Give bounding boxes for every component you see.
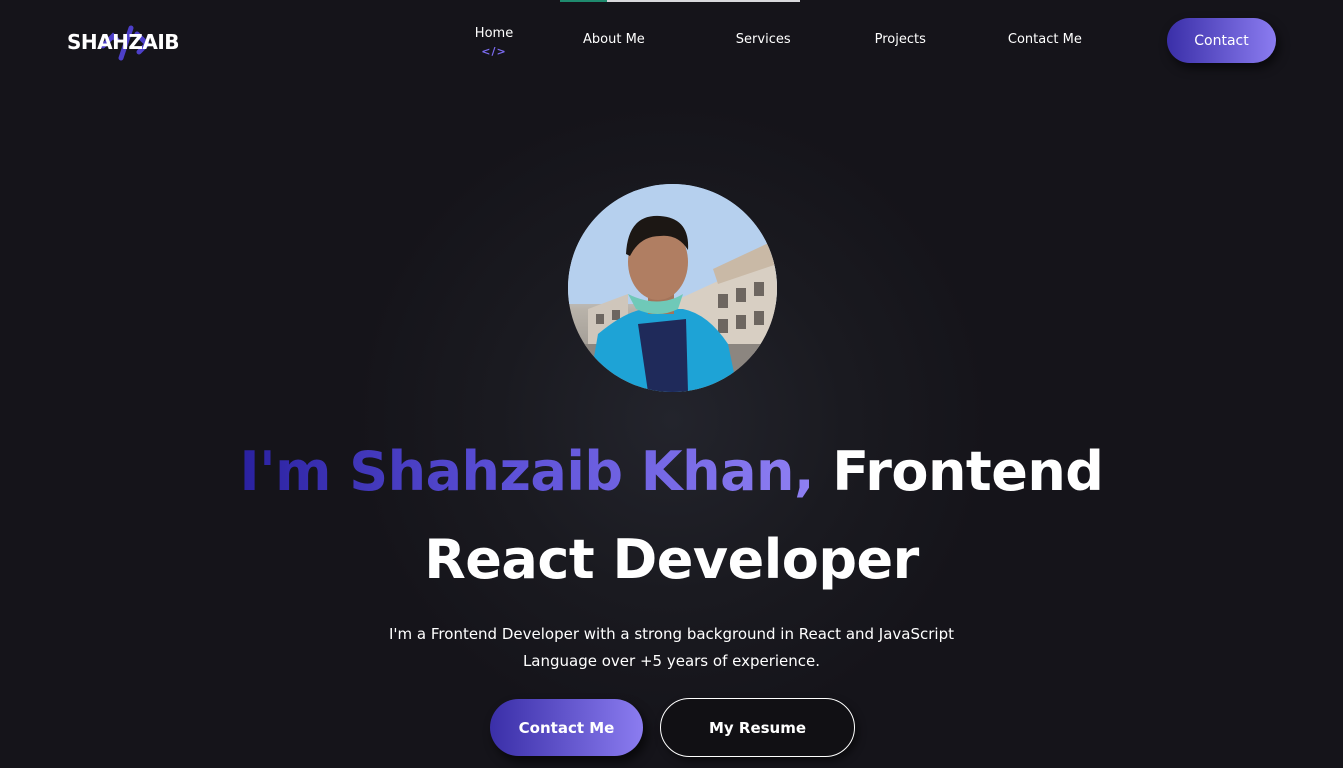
hero-title: I'm Shahzaib Khan, Frontend React Develo… [0, 428, 1343, 604]
profile-photo-icon [568, 184, 777, 392]
hero-description-line-2: Language over +5 years of experience. [522, 652, 821, 670]
code-brackets-icon: </> [481, 45, 507, 58]
nav-item-label: Home [474, 26, 514, 41]
hero-role-line-1: Frontend [832, 440, 1104, 503]
nav-item-about-me[interactable]: About Me [583, 32, 645, 68]
hero-name: I'm Shahzaib Khan, [239, 440, 815, 503]
hero-description-line-1: I'm a Frontend Developer with a strong b… [389, 625, 954, 643]
scroll-progress-bar [560, 0, 800, 2]
logo[interactable]: SHAHZAIB [67, 24, 197, 64]
contact-me-button[interactable]: Contact Me [490, 699, 643, 756]
avatar [568, 184, 777, 392]
nav-item-home[interactable]: Home </> [474, 26, 514, 62]
hero-role-line-2: React Developer [424, 528, 919, 591]
my-resume-button[interactable]: My Resume [660, 698, 855, 757]
logo-text: SHAHZAIB [67, 30, 180, 54]
nav-item-contact-me[interactable]: Contact Me [1008, 32, 1082, 68]
nav-item-projects[interactable]: Projects [875, 32, 926, 68]
header-contact-button[interactable]: Contact [1167, 18, 1276, 63]
hero-description: I'm a Frontend Developer with a strong b… [0, 621, 1343, 675]
scroll-progress-fill [560, 0, 607, 2]
main-nav: Home </> About Me Services Projects Cont… [474, 26, 1082, 62]
nav-item-services[interactable]: Services [736, 32, 791, 68]
